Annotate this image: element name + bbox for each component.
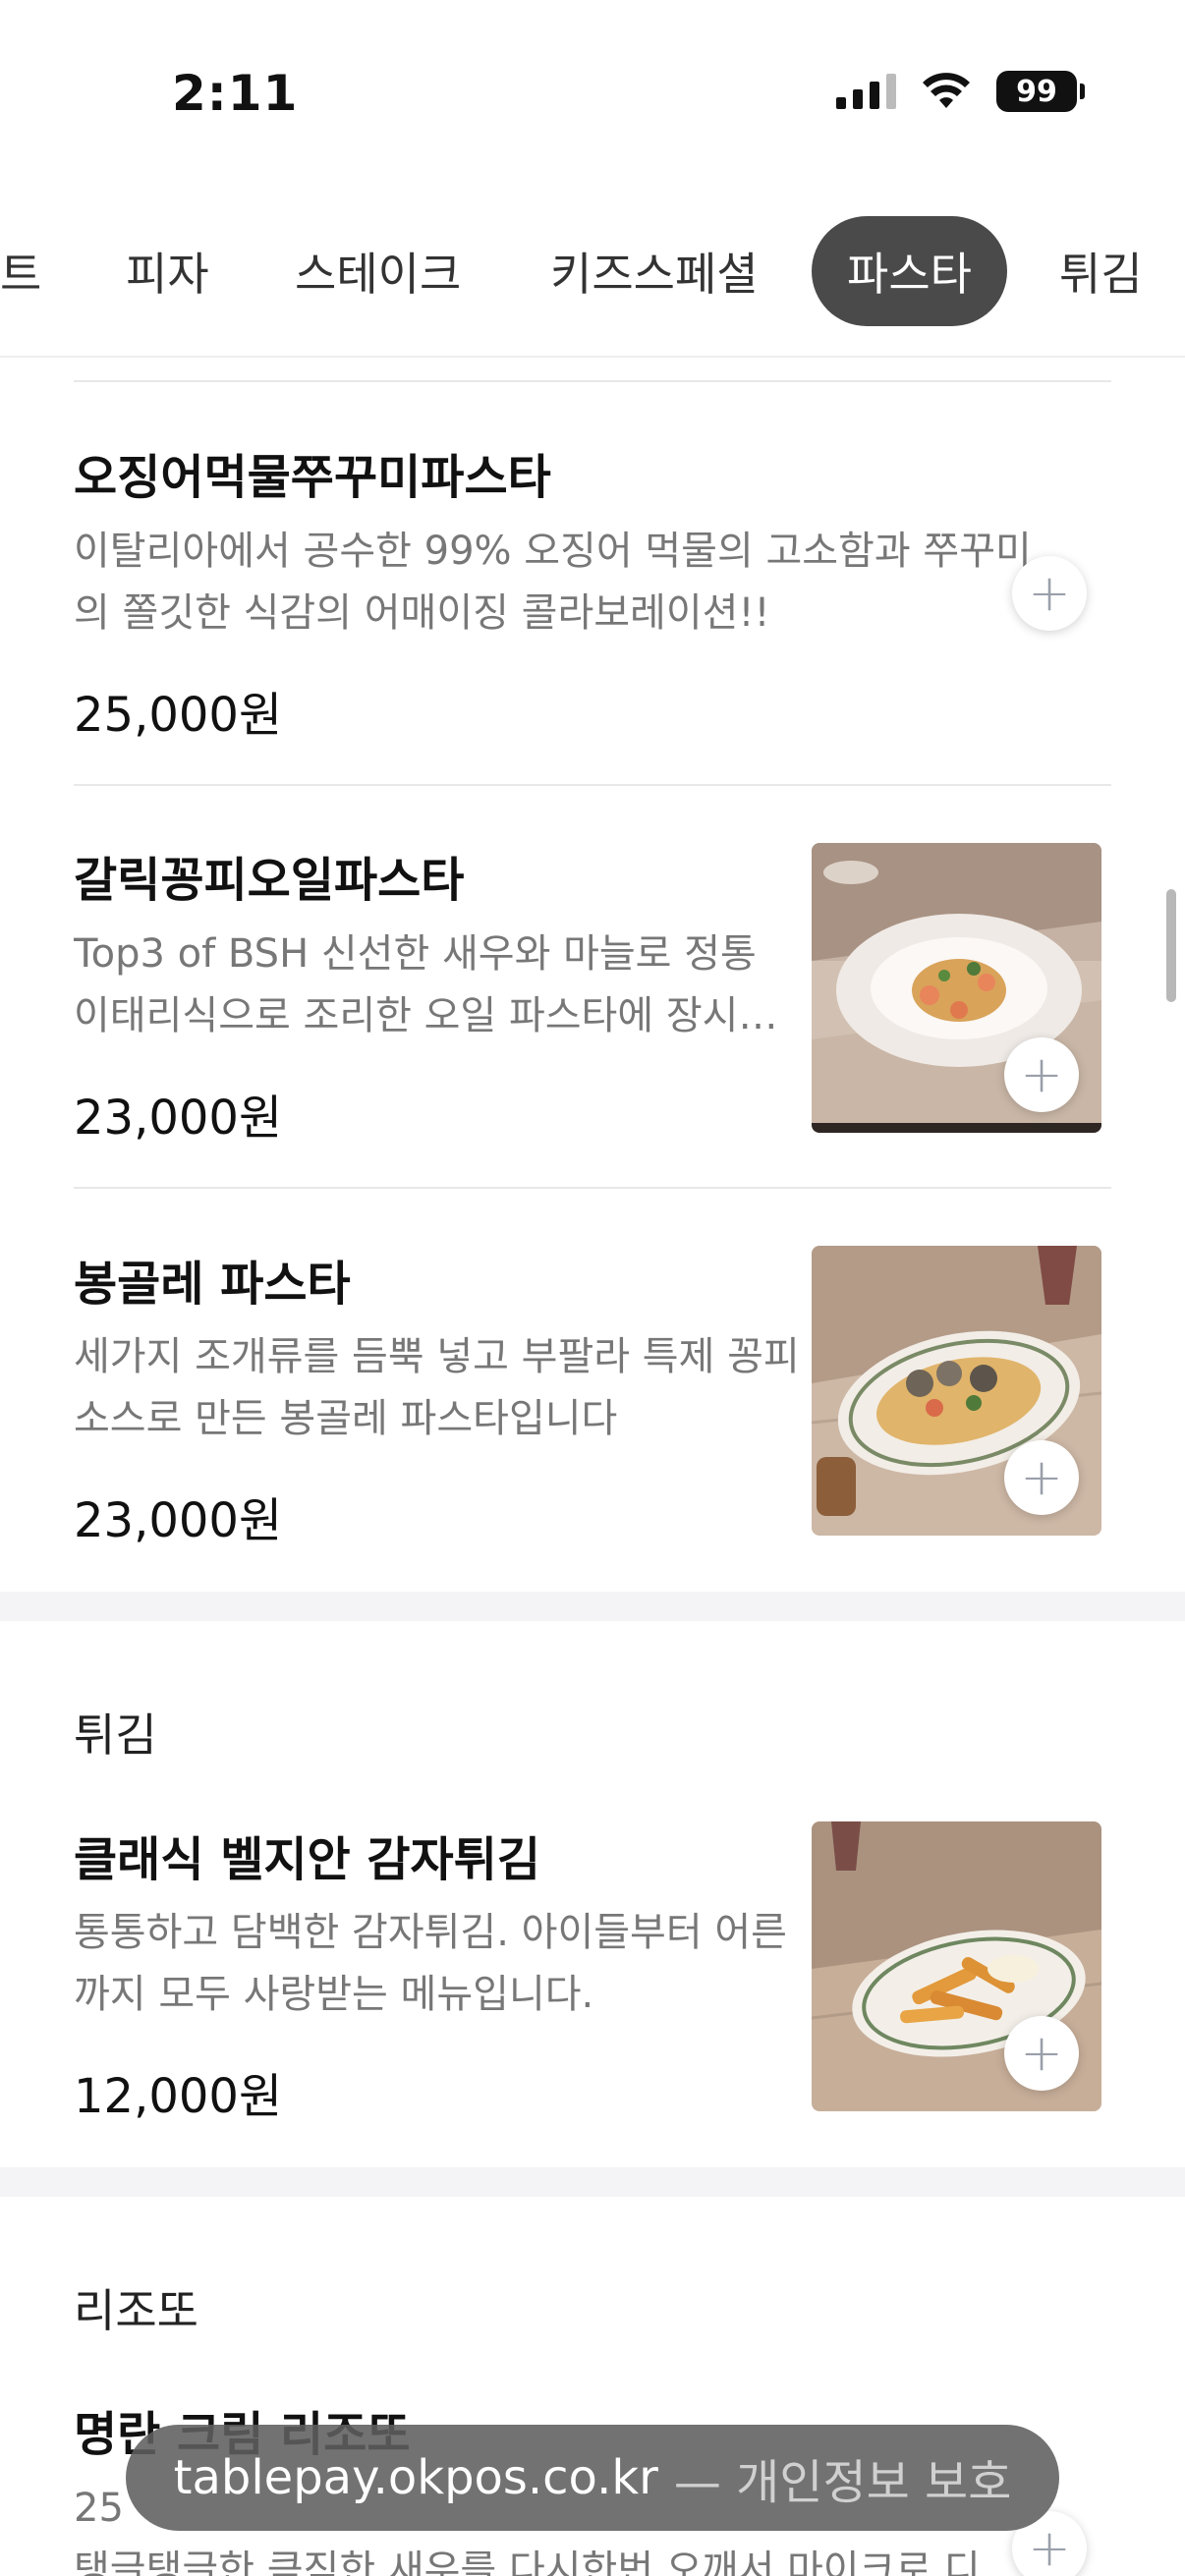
category-tabs: 트 피자 스테이크 키즈스페셜 파스타 튀김 xyxy=(0,210,1185,358)
tab-kids-special[interactable]: 키즈스페셜 xyxy=(515,216,794,326)
wifi-icon xyxy=(923,73,970,108)
section-title-fried: 튀김 xyxy=(74,1708,157,1762)
divider xyxy=(74,380,1111,382)
menu-item-description: 통통하고 담백한 감자튀김. 아이들부터 어른 까지 모두 사랑받는 메뉴입니다… xyxy=(74,1902,801,2026)
menu-item-description: 이탈리아에서 공수한 99% 오징어 먹물의 고소함과 쭈꾸미 의 쫄깃한 식감… xyxy=(74,521,1066,644)
add-item-button[interactable]: + xyxy=(1004,1440,1079,1515)
tab-pizza[interactable]: 피자 xyxy=(90,216,245,326)
tab-fried[interactable]: 튀김 xyxy=(1024,216,1178,326)
url-privacy-label: — 개인정보 보호 xyxy=(673,2455,1012,2510)
description-line: 까지 모두 사랑받는 메뉴입니다. xyxy=(74,1972,594,2017)
menu-item-name: 봉골레 파스타 xyxy=(74,1257,351,1312)
menu-item-description: 세가지 조개류를 듬뿍 넣고 부팔라 특제 꽁피 소스로 만든 봉골레 파스타입… xyxy=(74,1326,801,1450)
section-title-risotto: 리조또 xyxy=(74,2284,198,2337)
menu-item-price: 23,000원 xyxy=(74,1493,283,1548)
menu-item-name: 클래식 벨지안 감자튀김 xyxy=(74,1832,541,1887)
battery-icon: 99 xyxy=(996,71,1085,112)
description-line: 세가지 조개류를 듬뿍 넣고 부팔라 특제 꽁피 xyxy=(74,1334,800,1379)
description-line: 의 쫄깃한 식감의 어매이징 콜라보레이션!! xyxy=(74,590,770,636)
status-bar: 2:11 99 xyxy=(0,0,1185,187)
tab-steak[interactable]: 스테이크 xyxy=(259,216,496,326)
add-item-button[interactable]: + xyxy=(1012,556,1087,631)
section-separator xyxy=(0,2167,1185,2197)
menu-item-name: 갈릭꽁피오일파스타 xyxy=(74,853,465,908)
menu-item-price: 12,000원 xyxy=(74,2069,283,2124)
menu-item-description: Top3 of BSH 신선한 새우와 마늘로 정통 이태리식으로 조리한 오일… xyxy=(74,924,801,1047)
url-domain: tablepay.okpos.co.kr xyxy=(173,2450,658,2505)
divider xyxy=(74,784,1111,786)
description-line: Top3 of BSH 신선한 새우와 마늘로 정통 xyxy=(74,931,757,977)
menu-item-photo[interactable]: + xyxy=(812,1821,1101,2111)
scrollbar[interactable] xyxy=(1166,889,1176,1002)
cellular-signal-icon xyxy=(836,74,896,109)
description-line: 통통하고 담백한 감자튀김. 아이들부터 어른 xyxy=(74,1910,787,1955)
tab-set[interactable]: 트 xyxy=(0,216,77,326)
status-time: 2:11 xyxy=(172,65,299,122)
add-item-button[interactable]: + xyxy=(1004,2016,1079,2091)
description-line: 탱글탱글한 큼직한 새우를 다시한번 오깨서 마이크로 디… xyxy=(74,2548,1020,2576)
divider xyxy=(74,1187,1111,1189)
status-icons: 99 xyxy=(836,71,1085,112)
description-line: 이탈리아에서 공수한 99% 오징어 먹물의 고소함과 쭈꾸미 xyxy=(74,529,1032,574)
menu-item-price: 23,000원 xyxy=(74,1091,283,1146)
menu-item-photo[interactable]: + xyxy=(812,843,1101,1133)
menu-item-price: 25,000원 xyxy=(74,688,283,743)
tab-pasta[interactable]: 파스타 xyxy=(812,216,1007,326)
description-line: 소스로 만든 봉골레 파스타입니다 xyxy=(74,1396,618,1441)
menu-item-name: 오징어먹물쭈꾸미파스타 xyxy=(74,450,551,505)
add-item-button[interactable]: + xyxy=(1004,1037,1079,1112)
description-line: 이태리식으로 조리한 오일 파스타에 장시… xyxy=(74,993,778,1038)
menu-item-photo[interactable]: + xyxy=(812,1246,1101,1536)
section-separator xyxy=(0,1592,1185,1621)
url-bar[interactable]: tablepay.okpos.co.kr — 개인정보 보호 xyxy=(126,2425,1059,2531)
